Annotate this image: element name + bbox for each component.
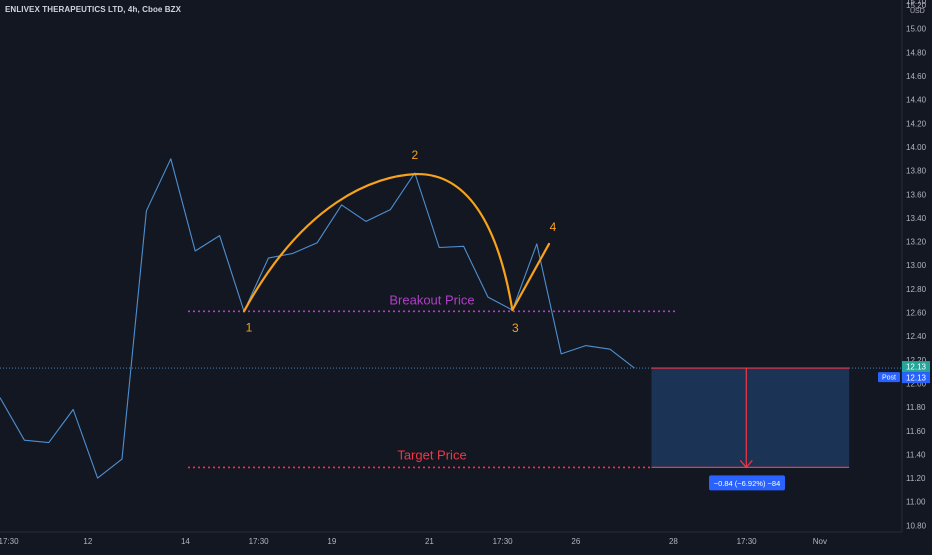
y-tick-label: 13.20 — [906, 238, 927, 247]
y-tick-label: 14.60 — [906, 72, 927, 81]
post-tag: Post — [882, 375, 896, 382]
chart-canvas[interactable]: 15.70USD10.8011.0011.2011.4011.6011.8012… — [0, 0, 932, 550]
x-tick-label: 12 — [83, 537, 92, 546]
y-tick-label: 14.20 — [906, 119, 927, 128]
y-tick-label: 14.40 — [906, 96, 927, 105]
y-tick-label: 11.60 — [906, 427, 926, 436]
x-tick-label: 17:30 — [249, 537, 270, 546]
pattern-point-label: 4 — [550, 220, 557, 234]
y-tick-label: 10.80 — [906, 521, 927, 530]
pattern-point-label: 1 — [246, 320, 253, 334]
y-tick-label: 11.40 — [906, 450, 926, 459]
chart[interactable]: 15.70 USD 10.80 11.00 11.20 11.40 11.60 11.80 12… — [0, 0, 932, 550]
last-price-tag: 12.13 — [906, 363, 927, 372]
y-tick-label: 15.20 — [906, 1, 927, 10]
y-tick-label: 11.00 — [906, 498, 926, 507]
x-tick-label: 19 — [327, 537, 336, 546]
post-price-tag: 12.13 — [906, 374, 927, 383]
y-tick-label: 13.80 — [906, 167, 927, 176]
y-tick-label: 12.40 — [906, 332, 927, 341]
pattern-point-label: 3 — [512, 321, 519, 335]
y-tick-label: 11.20 — [906, 474, 926, 483]
measure-box — [651, 368, 850, 468]
x-tick-label: 17:30 — [0, 537, 19, 546]
y-tick-label: 12.60 — [906, 309, 927, 318]
y-tick-label: 14.00 — [906, 143, 927, 152]
target-label: Target Price — [397, 447, 466, 462]
x-tick-label: 17:30 — [493, 537, 514, 546]
measure-label: −0.84 (−6.92%) −84 — [714, 479, 781, 488]
y-tick-label: 12.80 — [906, 285, 927, 294]
y-tick-label: 15.00 — [906, 25, 927, 34]
x-tick-label: 26 — [571, 537, 580, 546]
y-tick-label: 13.00 — [906, 261, 927, 270]
chart-title: ENLIVEX THERAPEUTICS LTD, 4h, Cboe BZX — [5, 5, 182, 14]
x-tick-label: 14 — [181, 537, 190, 546]
y-tick-label: 11.80 — [906, 403, 926, 412]
y-tick-label: 14.80 — [906, 48, 927, 57]
x-tick-label: 21 — [425, 537, 434, 546]
x-tick-label: 28 — [669, 537, 678, 546]
y-tick-label: 13.40 — [906, 214, 927, 223]
x-tick-label: 17:30 — [737, 537, 758, 546]
breakout-label: Breakout Price — [389, 292, 474, 307]
x-tick-label: Nov — [813, 537, 827, 546]
y-tick-label: 13.60 — [906, 190, 927, 199]
pattern-point-label: 2 — [411, 148, 418, 162]
